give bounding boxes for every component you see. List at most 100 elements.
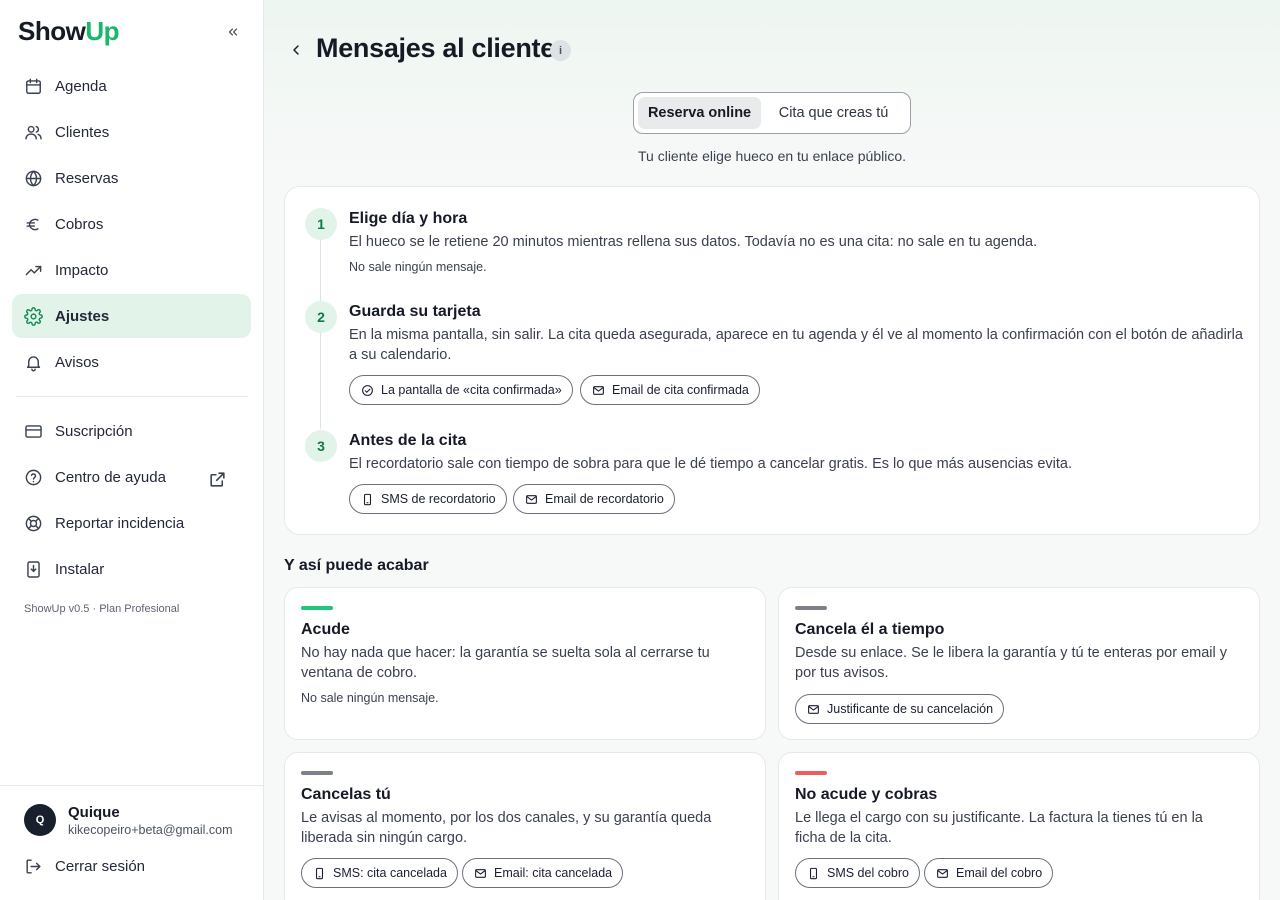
outcome-description: Desde su enlace. Se le libera la garantí… xyxy=(795,645,1228,681)
step-description: En la misma pantalla, sin salir. La cita… xyxy=(349,327,1243,363)
outcome-color-bar xyxy=(301,606,333,610)
step-number: 2 xyxy=(305,301,337,333)
footer-divider xyxy=(0,785,263,786)
avatar[interactable]: Q xyxy=(24,804,56,836)
step-description: El recordatorio sale con tiempo de sobra… xyxy=(349,456,1072,472)
outcome-color-bar xyxy=(795,606,827,610)
step-description: El hueco se le retiene 20 minutos mientr… xyxy=(349,234,1038,250)
bell-icon xyxy=(26,355,41,371)
chip-label: SMS: cita cancelada xyxy=(333,866,447,880)
mail-icon xyxy=(593,385,604,395)
message-chip-sms-reminder[interactable]: SMS de recordatorio xyxy=(349,484,507,514)
outcome-description: Le avisas al momento, por los dos canale… xyxy=(301,810,712,846)
outcome-title: Cancela él a tiempo xyxy=(795,621,945,638)
phone-icon xyxy=(363,493,372,505)
nav-item-instalar[interactable]: Instalar xyxy=(12,547,251,591)
message-chip-email-charge[interactable]: Email del cobro xyxy=(924,858,1054,888)
mail-icon xyxy=(526,494,537,504)
logout-button[interactable]: Cerrar sesión xyxy=(12,844,251,888)
outcome-color-bar xyxy=(301,771,333,775)
mail-icon xyxy=(808,704,819,714)
nav-item-agenda[interactable]: Agenda xyxy=(12,64,251,108)
logo[interactable]: ShowUp xyxy=(18,16,120,47)
message-chip-confirmation-screen[interactable]: La pantalla de «cita confirmada» xyxy=(349,375,573,405)
users-icon xyxy=(25,125,42,140)
logo-up: Up xyxy=(85,16,120,46)
trending-up-icon xyxy=(25,265,42,275)
outcome-color-bar xyxy=(795,771,827,775)
chip-label: SMS de recordatorio xyxy=(381,492,496,506)
outcome-description: Le llega el cargo con su justificante. L… xyxy=(795,810,1203,846)
timeline-card: 1 Elige día y hora El hueco se le retien… xyxy=(284,186,1260,535)
tab-caption: Tu cliente elige hueco en tu enlace públ… xyxy=(638,148,906,164)
nav-item-centro-ayuda[interactable]: Centro de ayuda xyxy=(12,455,251,499)
nav-label: Clientes xyxy=(55,123,110,141)
nav-item-cobros[interactable]: Cobros xyxy=(12,202,251,246)
outcome-title: Cancelas tú xyxy=(301,786,391,803)
chevron-left-icon xyxy=(293,45,299,55)
chip-label: Email: cita cancelada xyxy=(494,866,613,880)
double-chevron-left-icon xyxy=(228,28,238,36)
step-note: No sale ningún mensaje. xyxy=(349,260,487,274)
step-title: Elige día y hora xyxy=(349,210,468,227)
globe-icon xyxy=(25,170,42,186)
outcome-note: No sale ningún mensaje. xyxy=(301,691,439,705)
nav-item-suscripcion[interactable]: Suscripción xyxy=(12,409,251,453)
page-title: Mensajes al cliente xyxy=(316,33,555,63)
step-title: Guarda su tarjeta xyxy=(349,303,481,320)
step-title: Antes de la cita xyxy=(349,432,467,449)
chip-label: SMS del cobro xyxy=(827,866,909,880)
chip-label: La pantalla de «cita confirmada» xyxy=(381,383,562,397)
lifebuoy-icon xyxy=(25,515,42,531)
nav-item-reservas[interactable]: Reservas xyxy=(12,156,251,200)
credit-card-icon xyxy=(25,424,42,438)
nav-item-avisos[interactable]: Avisos xyxy=(12,340,251,384)
chip-label: Email del cobro xyxy=(956,866,1043,880)
outcomes-title: Y así puede acabar xyxy=(284,557,429,574)
user-name: Quique xyxy=(68,804,120,821)
nav-divider xyxy=(16,396,248,397)
message-chip-email-confirmation[interactable]: Email de cita confirmada xyxy=(580,375,760,405)
chip-label: Email de recordatorio xyxy=(545,492,664,506)
outcome-description: No hay nada que hacer: la garantía se su… xyxy=(301,645,710,681)
step-number: 1 xyxy=(305,208,337,240)
mail-icon xyxy=(475,868,486,878)
logout-icon xyxy=(26,858,41,874)
message-chip-sms-cancelled[interactable]: SMS: cita cancelada xyxy=(301,858,458,888)
nav-item-impacto[interactable]: Impacto xyxy=(12,248,251,292)
nav-item-ajustes[interactable]: Ajustes xyxy=(12,294,251,338)
nav-label: Centro de ayuda xyxy=(55,468,166,486)
back-button[interactable] xyxy=(286,40,306,60)
sidebar: ShowUp Agenda Clientes Reservas Cobros I… xyxy=(0,0,264,900)
info-icon[interactable]: i xyxy=(550,40,571,61)
nav-label: Cobros xyxy=(55,215,104,233)
help-circle-icon xyxy=(25,469,42,485)
message-chip-email-cancelled[interactable]: Email: cita cancelada xyxy=(462,858,624,888)
check-circle-icon xyxy=(362,384,373,396)
message-chip-sms-charge[interactable]: SMS del cobro xyxy=(795,858,920,888)
flow-toggle: Reserva online Cita que creas tú xyxy=(633,92,911,134)
nav-label: Agenda xyxy=(55,77,107,95)
nav-label: Impacto xyxy=(55,261,109,279)
logout-label: Cerrar sesión xyxy=(55,857,146,875)
outcome-card-cancelas-tu: Cancelas tú Le avisas al momento, por lo… xyxy=(284,752,766,900)
message-chip-cancellation-receipt[interactable]: Justificante de su cancelación xyxy=(795,694,1005,724)
nav-label: Ajustes xyxy=(55,307,110,325)
external-link-icon xyxy=(210,472,225,487)
gear-icon xyxy=(24,306,43,326)
calendar-icon xyxy=(26,78,41,94)
nav-label: Reportar incidencia xyxy=(55,514,185,532)
outcome-title: No acude y cobras xyxy=(795,786,938,803)
nav-item-reportar-incidencia[interactable]: Reportar incidencia xyxy=(12,501,251,545)
version-label: ShowUp v0.5 · Plan Profesional xyxy=(24,603,180,615)
collapse-sidebar-button[interactable] xyxy=(222,22,244,42)
chip-label: Justificante de su cancelación xyxy=(827,702,994,716)
message-chip-email-reminder[interactable]: Email de recordatorio xyxy=(513,484,675,514)
tab-cita-que-creas[interactable]: Cita que creas tú xyxy=(761,97,906,129)
outcome-card-cancela-el: Cancela él a tiempo Desde su enlace. Se … xyxy=(778,587,1260,740)
phone-icon xyxy=(809,867,818,879)
user-email: kikecopeiro+beta@gmail.com xyxy=(68,823,233,837)
nav-item-clientes[interactable]: Clientes xyxy=(12,110,251,154)
tab-reserva-online[interactable]: Reserva online xyxy=(638,97,762,129)
nav-label: Suscripción xyxy=(55,422,133,440)
